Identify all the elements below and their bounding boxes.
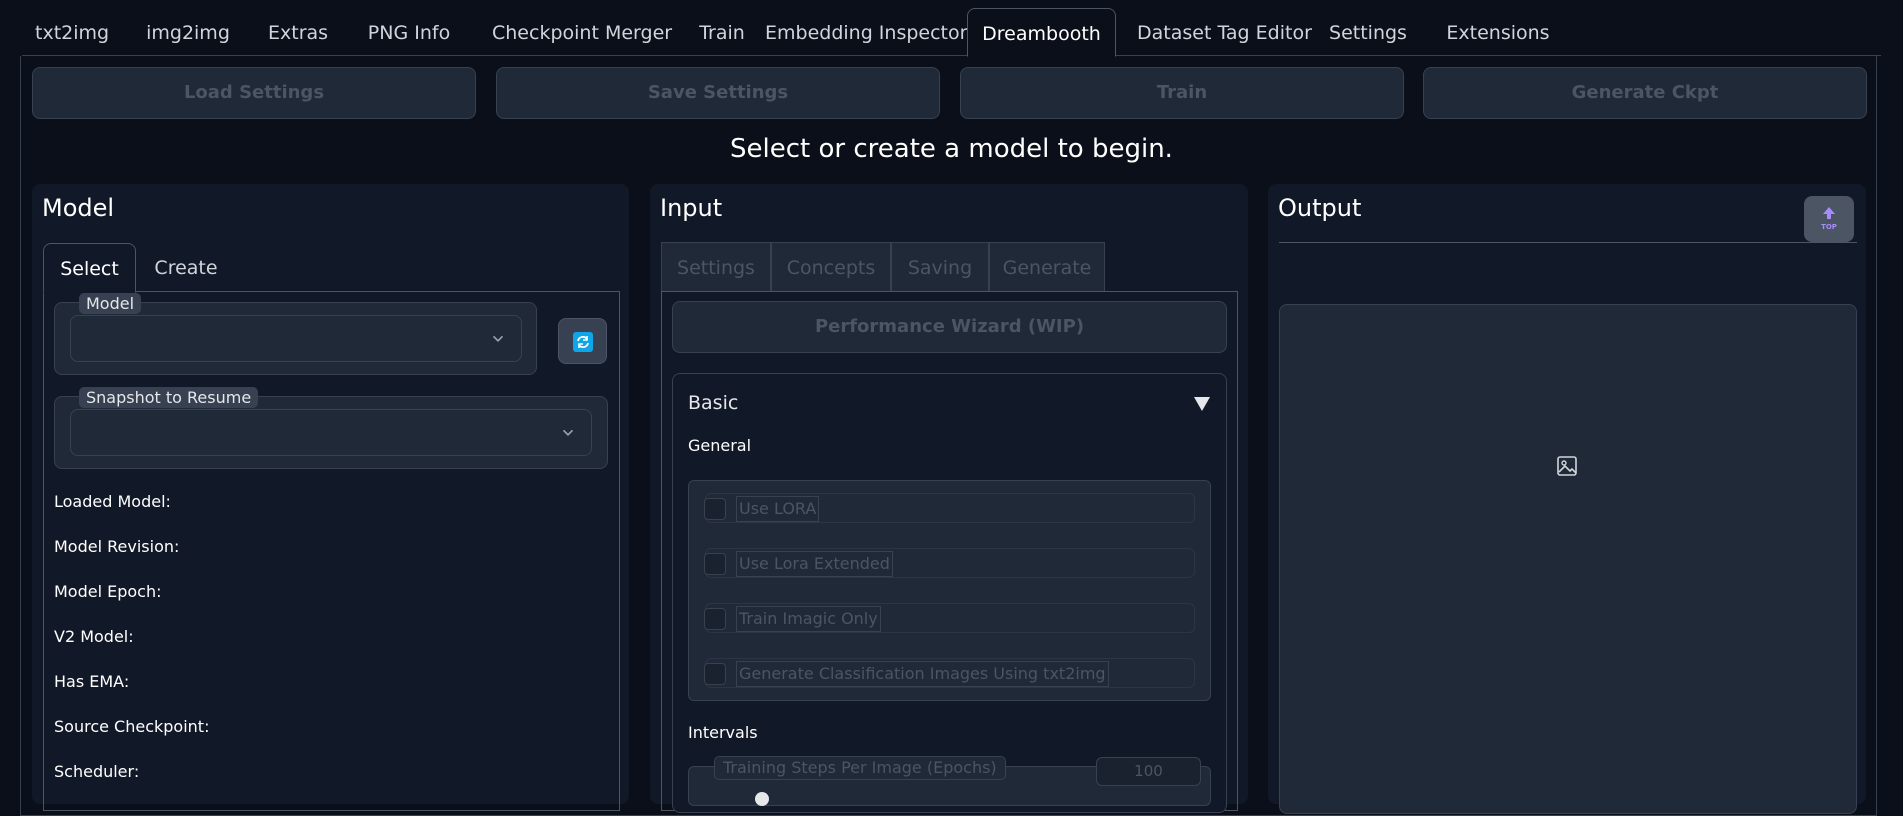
train-imagic-only-checkbox[interactable]: [704, 608, 726, 630]
scroll-top-button[interactable]: TOP: [1804, 196, 1854, 242]
use-lora-extended-checkbox[interactable]: [704, 553, 726, 575]
snapshot-label: Snapshot to Resume: [79, 387, 259, 408]
tab-create[interactable]: Create: [145, 243, 227, 293]
status-message: Select or create a model to begin.: [730, 134, 1173, 164]
tab-select[interactable]: Select: [43, 243, 136, 293]
tab-input-settings[interactable]: Settings: [661, 242, 771, 292]
tab-embedding-inspector[interactable]: Embedding Inspector: [765, 8, 967, 56]
tab-dataset-tag-editor[interactable]: Dataset Tag Editor: [1137, 8, 1312, 56]
tab-png-info[interactable]: PNG Info: [360, 8, 458, 56]
load-settings-button[interactable]: Load Settings: [32, 67, 476, 119]
use-lora-row: Use LORA: [704, 493, 1195, 523]
generate-ckpt-button[interactable]: Generate Ckpt: [1423, 67, 1867, 119]
main-tab-bar: txt2img img2img Extras PNG Info Checkpoi…: [22, 8, 1881, 57]
tab-settings[interactable]: Settings: [1327, 8, 1409, 56]
triangle-down-icon[interactable]: [1193, 396, 1211, 412]
v2-model-label: V2 Model:: [54, 627, 134, 646]
use-lora-extended-label[interactable]: Use Lora Extended: [736, 551, 893, 577]
training-steps-label: Training Steps Per Image (Epochs): [714, 756, 1006, 780]
chevron-down-icon: [492, 335, 504, 342]
scheduler-label: Scheduler:: [54, 762, 140, 781]
tab-extras[interactable]: Extras: [268, 8, 328, 56]
source-checkpoint-label: Source Checkpoint:: [54, 717, 210, 736]
refresh-icon: [573, 332, 593, 352]
training-steps-input[interactable]: 100: [1096, 757, 1201, 786]
image-icon: [1557, 456, 1577, 476]
tab-img2img[interactable]: img2img: [146, 8, 230, 56]
use-lora-checkbox[interactable]: [704, 498, 726, 520]
model-epoch-label: Model Epoch:: [54, 582, 162, 601]
generate-classification-row: Generate Classification Images Using txt…: [704, 658, 1195, 688]
snapshot-dropdown[interactable]: [70, 409, 592, 456]
tab-saving[interactable]: Saving: [891, 242, 989, 292]
has-ema-label: Has EMA:: [54, 672, 130, 691]
model-label: Model: [79, 293, 142, 314]
scroll-top-icon: [1823, 207, 1835, 219]
output-image-area: [1279, 304, 1857, 814]
use-lora-label[interactable]: Use LORA: [736, 496, 820, 522]
tab-dreambooth[interactable]: Dreambooth: [967, 8, 1116, 57]
intervals-label: Intervals: [688, 723, 758, 742]
loaded-model-label: Loaded Model:: [54, 492, 171, 511]
tab-train[interactable]: Train: [698, 8, 746, 56]
train-imagic-only-label[interactable]: Train Imagic Only: [736, 606, 881, 632]
tab-checkpoint-merger[interactable]: Checkpoint Merger: [492, 8, 672, 56]
scroll-top-label: TOP: [1821, 223, 1837, 231]
output-panel-title: Output: [1278, 194, 1362, 222]
training-steps-slider-handle[interactable]: [755, 792, 769, 806]
model-panel-title: Model: [42, 194, 115, 222]
tab-generate[interactable]: Generate: [989, 242, 1105, 292]
train-button[interactable]: Train: [960, 67, 1404, 119]
general-label: General: [688, 436, 752, 455]
tab-extensions[interactable]: Extensions: [1442, 8, 1554, 56]
chevron-down-icon: [562, 429, 574, 436]
input-panel-title: Input: [660, 194, 723, 222]
performance-wizard-button[interactable]: Performance Wizard (WIP): [672, 301, 1227, 353]
save-settings-button[interactable]: Save Settings: [496, 67, 940, 119]
model-revision-label: Model Revision:: [54, 537, 180, 556]
train-imagic-only-row: Train Imagic Only: [704, 603, 1195, 633]
model-dropdown[interactable]: [70, 315, 522, 362]
use-lora-extended-row: Use Lora Extended: [704, 548, 1195, 578]
output-divider: [1279, 242, 1857, 243]
basic-accordion-title[interactable]: Basic: [688, 392, 738, 414]
generate-classification-checkbox[interactable]: [704, 663, 726, 685]
refresh-models-button[interactable]: [558, 318, 607, 364]
tab-concepts[interactable]: Concepts: [771, 242, 891, 292]
generate-classification-label[interactable]: Generate Classification Images Using txt…: [736, 661, 1109, 687]
tab-txt2img[interactable]: txt2img: [35, 8, 109, 56]
